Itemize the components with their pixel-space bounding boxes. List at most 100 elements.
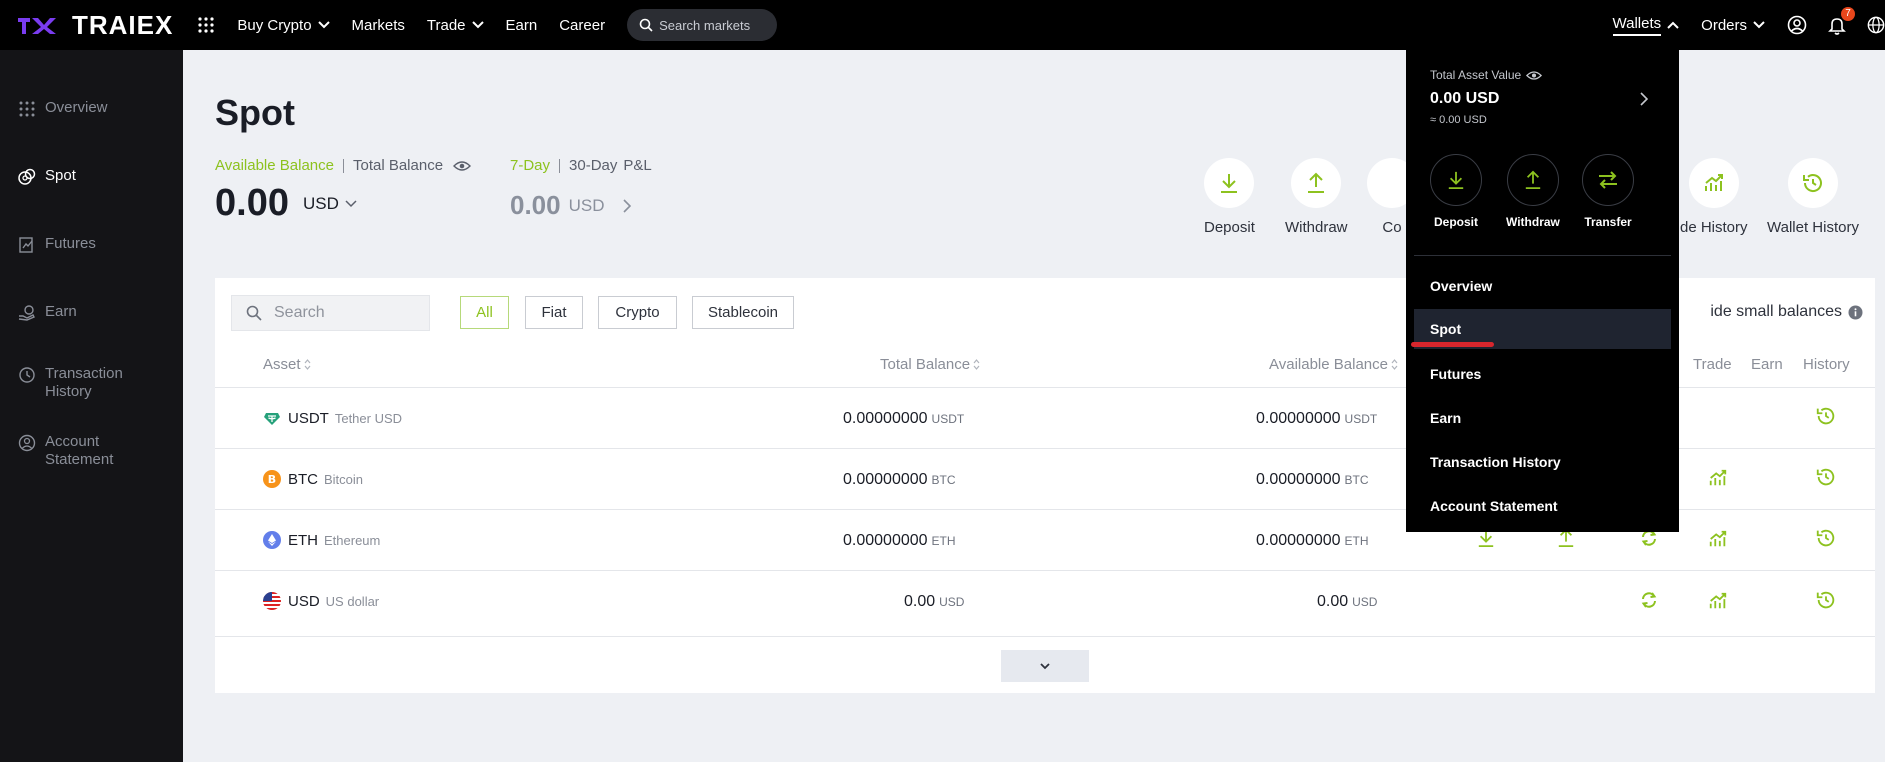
- unit: USD: [939, 595, 965, 609]
- unit: ETH: [931, 534, 956, 548]
- menu-item-overview[interactable]: Overview: [1414, 266, 1671, 306]
- header-total-balance[interactable]: Total Balance: [880, 356, 980, 373]
- top-right-menu: Wallets Orders 7: [1612, 0, 1885, 50]
- amount: 0.00000000: [1256, 410, 1341, 427]
- amount: 0.00: [904, 593, 936, 610]
- asset-name: Tether USD: [334, 410, 403, 426]
- trade-history-button[interactable]: de History: [1680, 158, 1748, 236]
- trade-icon[interactable]: [1708, 591, 1728, 611]
- trade-icon[interactable]: [1708, 529, 1728, 549]
- chevron-down-icon: [471, 21, 484, 29]
- filter-crypto[interactable]: Crypto: [598, 296, 677, 329]
- asset-search-input[interactable]: Search: [231, 295, 430, 331]
- notifications-button[interactable]: 7: [1827, 7, 1855, 35]
- nav-earn[interactable]: Earn: [506, 17, 538, 34]
- divider: [559, 158, 561, 173]
- tab-available-balance[interactable]: Available Balance: [215, 157, 334, 174]
- asset-name: US dollar: [325, 593, 380, 609]
- currency-selector[interactable]: USD: [303, 194, 357, 214]
- filter-all[interactable]: All: [460, 296, 509, 329]
- account-button[interactable]: [1787, 15, 1807, 35]
- filter-stablecoin[interactable]: Stablecoin: [692, 296, 794, 329]
- svg-text:B: B: [268, 473, 276, 486]
- eye-icon[interactable]: [453, 160, 472, 172]
- balance-display: 0.00 USD: [215, 182, 357, 225]
- menu-item-futures[interactable]: Futures: [1414, 354, 1671, 394]
- market-search-input[interactable]: Search markets: [627, 9, 778, 41]
- chevron-right-icon[interactable]: [1640, 92, 1648, 106]
- divider: [342, 158, 344, 173]
- wallets-label: Wallets: [1612, 15, 1662, 36]
- orders-menu-button[interactable]: Orders: [1701, 17, 1765, 34]
- asset-cell: B BTC Bitcoin: [263, 470, 363, 488]
- total-asset-label: Total Asset Value: [1430, 68, 1522, 82]
- sidebar-item-label: Spot: [45, 167, 76, 184]
- nav-trade[interactable]: Trade: [427, 17, 484, 34]
- asset-symbol: ETH: [288, 531, 318, 549]
- menu-item-account-statement[interactable]: Account Statement: [1414, 486, 1671, 526]
- nav-markets[interactable]: Markets: [352, 17, 405, 34]
- traiex-logo-icon: [18, 18, 56, 34]
- menu-item-transaction-history[interactable]: Transaction History: [1414, 442, 1671, 482]
- trade-icon[interactable]: [1708, 468, 1728, 488]
- tab-total-balance[interactable]: Total Balance: [353, 157, 443, 174]
- sidebar-item-futures[interactable]: Futures: [18, 235, 155, 254]
- action-label: Transfer: [1584, 215, 1632, 229]
- statement-icon: [18, 434, 36, 452]
- history-icon[interactable]: [1815, 466, 1837, 488]
- history-icon[interactable]: [1815, 405, 1837, 427]
- search-icon: [246, 305, 262, 321]
- nav-label: Markets: [351, 16, 405, 34]
- dropdown-withdraw-button[interactable]: Withdraw: [1506, 154, 1560, 229]
- action-label: Withdraw: [1506, 215, 1560, 229]
- apps-grid-icon[interactable]: [197, 16, 215, 34]
- nav-label: Buy Crypto: [237, 16, 312, 34]
- amount: 0.00: [1317, 593, 1349, 610]
- dropdown-transfer-button[interactable]: Transfer: [1582, 154, 1634, 229]
- tab-30-day[interactable]: 30-Day: [569, 157, 617, 174]
- header-label: Available Balance: [1269, 356, 1388, 373]
- nav-buy-crypto[interactable]: Buy Crypto: [237, 16, 330, 34]
- sort-icon: [1391, 359, 1398, 370]
- sidebar-item-earn[interactable]: Earn: [18, 303, 155, 322]
- main-nav: Buy Crypto Markets Trade Earn Career Sea…: [237, 9, 778, 41]
- history-icon[interactable]: [1815, 527, 1837, 549]
- dropdown-deposit-button[interactable]: Deposit: [1430, 154, 1482, 229]
- wallets-menu-button[interactable]: Wallets: [1612, 15, 1680, 36]
- futures-icon: [19, 237, 33, 253]
- tab-7-day[interactable]: 7-Day: [510, 157, 550, 174]
- hide-small-balances-toggle[interactable]: ide small balances: [1710, 303, 1863, 321]
- download-icon: [1221, 174, 1238, 193]
- filter-fiat[interactable]: Fiat: [525, 296, 583, 329]
- sidebar-item-spot[interactable]: Spot: [18, 167, 155, 186]
- sort-icon: [973, 359, 980, 370]
- transfer-icon[interactable]: [1639, 590, 1659, 610]
- load-more-button[interactable]: [1001, 650, 1089, 682]
- unit: USDT: [1344, 412, 1378, 426]
- nav-career[interactable]: Career: [559, 17, 605, 34]
- header-available-balance[interactable]: Available Balance: [1269, 356, 1398, 373]
- asset-cell: USD US dollar: [263, 592, 379, 610]
- sidebar-item-account-statement[interactable]: Account Statement: [18, 433, 155, 469]
- action-label: de History: [1680, 219, 1748, 236]
- withdraw-button[interactable]: Withdraw: [1285, 158, 1348, 236]
- nav-label: Earn: [505, 16, 538, 34]
- logo[interactable]: TRAIEX: [16, 10, 173, 41]
- menu-item-earn[interactable]: Earn: [1414, 398, 1671, 438]
- action-circle: [1688, 158, 1739, 208]
- language-button[interactable]: [1867, 15, 1885, 35]
- asset-name: Ethereum: [324, 532, 381, 548]
- eye-icon[interactable]: [1526, 70, 1543, 81]
- wallet-history-button[interactable]: Wallet History: [1767, 158, 1859, 236]
- sidebar-item-overview[interactable]: Overview: [18, 99, 155, 118]
- total-balance-cell: 0.00000000 ETH: [843, 532, 956, 550]
- action-circle: [1430, 154, 1482, 206]
- amount: 0.00000000: [843, 471, 928, 488]
- total-balance-cell: 0.00 USD: [904, 593, 964, 611]
- sidebar-item-transaction-history[interactable]: Transaction History: [18, 365, 155, 401]
- chevron-right-icon[interactable]: [622, 198, 631, 213]
- history-icon[interactable]: [1815, 589, 1837, 611]
- deposit-button[interactable]: Deposit: [1204, 158, 1255, 236]
- header-earn: Earn: [1751, 356, 1783, 373]
- header-asset[interactable]: Asset: [263, 356, 311, 373]
